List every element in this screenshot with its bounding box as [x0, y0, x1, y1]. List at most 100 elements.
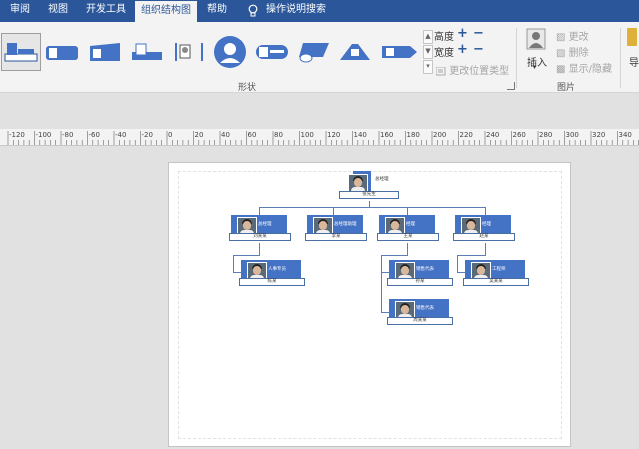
ruler-tick-label: -20 — [142, 131, 153, 139]
show-hide-icon: ▩ — [556, 64, 566, 75]
shape-style-4[interactable] — [128, 34, 166, 70]
position-name: 张先生 — [339, 191, 399, 199]
change-picture-button[interactable]: ▨ 更改 — [556, 28, 589, 43]
connector-line — [333, 207, 334, 215]
tab-view[interactable]: 视图 — [48, 0, 68, 22]
position-title: 总经理 — [258, 222, 272, 227]
delete-picture-button[interactable]: ▧ 删除 — [556, 44, 589, 59]
tab-review[interactable]: 审阅 — [10, 0, 30, 22]
connector-line — [485, 207, 486, 215]
position-title: 销售代表 — [416, 306, 434, 311]
next-group-button[interactable]: 导 — [627, 28, 639, 69]
connector-line — [233, 255, 234, 272]
picture-icon: ▨ — [556, 32, 566, 43]
ribbon-separator — [620, 28, 621, 88]
ruler-tick-label: 240 — [486, 131, 499, 139]
shape-style-5[interactable] — [170, 34, 208, 70]
connector-line — [457, 272, 465, 273]
width-decrease-button[interactable]: − — [473, 43, 484, 56]
change-label: 更改 — [568, 32, 589, 43]
position-title: 销售代表 — [416, 267, 434, 272]
ruler-tick-label: 300 — [566, 131, 579, 139]
connector-line — [381, 272, 389, 273]
tab-help[interactable]: 帮助 — [207, 0, 227, 22]
org-position-level3[interactable]: 销售代表 孙某 — [387, 260, 453, 288]
page-margin — [178, 171, 562, 439]
insert-picture-button[interactable]: 插入 ▾ — [526, 28, 548, 71]
shape-style-3[interactable] — [86, 34, 124, 70]
dialog-launcher-icon[interactable] — [507, 82, 515, 90]
ruler-tick-label: 160 — [380, 131, 393, 139]
change-position-type-button[interactable]: 更改位置类型 — [435, 62, 510, 77]
connector-line — [407, 207, 408, 215]
connector-line — [233, 272, 241, 273]
folder-icon — [627, 28, 637, 46]
position-name: 李某 — [305, 233, 367, 241]
org-position-level3[interactable]: 销售代表 周某某 — [387, 299, 453, 327]
height-decrease-button[interactable]: − — [473, 27, 484, 40]
org-position-level2[interactable]: 总经理助理 李某 — [305, 215, 367, 243]
shape-style-8[interactable] — [295, 34, 333, 70]
ruler-tick-label: 120 — [327, 131, 340, 139]
ruler-tick-label: 40 — [221, 131, 230, 139]
width-increase-button[interactable]: + — [457, 43, 468, 56]
chevron-down-icon: ▾ — [533, 64, 537, 71]
org-position-level2[interactable]: 经理 赵某 — [453, 215, 515, 243]
horizontal-ruler[interactable]: -120 -100 -80 -60 -40 -20 0 20 40 60 80 100 120 140 16… — [0, 129, 639, 146]
delete-picture-icon: ▧ — [556, 48, 566, 59]
ruler-tick-label: -100 — [36, 131, 52, 139]
ruler-tick-label: 220 — [460, 131, 473, 139]
insert-label: 插入 — [527, 58, 547, 69]
position-name: 王某 — [377, 233, 439, 241]
ruler-tick-label: 100 — [301, 131, 314, 139]
connector-line — [381, 255, 408, 256]
position-title: 经理 — [406, 222, 415, 227]
ruler-tick-label: -40 — [115, 131, 126, 139]
shape-style-10[interactable] — [378, 34, 420, 70]
connector-line — [457, 255, 458, 272]
org-position-level2[interactable]: 经理 王某 — [377, 215, 439, 243]
shape-style-7[interactable] — [253, 34, 291, 70]
show-hide-label: 显示/隐藏 — [568, 64, 613, 75]
gallery-scroll-down[interactable]: ▼ — [423, 45, 433, 59]
shape-style-2[interactable] — [43, 34, 81, 70]
ruler-tick-label: 60 — [248, 131, 257, 139]
gallery-scroll-up[interactable]: ▲ — [423, 30, 433, 44]
ribbon-tab-bar: 审阅 视图 开发工具 组织结构图 帮助 操作说明搜索 — [0, 0, 639, 23]
shape-style-1[interactable] — [1, 33, 41, 71]
org-position-level3[interactable]: 工程师 吴某某 — [463, 260, 529, 288]
connector-line — [457, 255, 486, 256]
tab-developer[interactable]: 开发工具 — [86, 0, 126, 22]
connector-line — [233, 255, 260, 256]
ruler-tick-label: 200 — [433, 131, 446, 139]
org-position-root[interactable]: 总经理 张先生 — [339, 171, 399, 201]
ruler-tick-label: 0 — [168, 131, 172, 139]
picture-group-label: 图片 — [557, 83, 576, 93]
gallery-expand[interactable]: ▾ — [423, 60, 433, 74]
org-position-level2[interactable]: 总经理 刘某某 — [229, 215, 291, 243]
tab-org-chart[interactable]: 组织结构图 — [135, 0, 197, 23]
position-title: 工程师 — [492, 267, 506, 272]
connector-line — [259, 243, 260, 255]
shape-style-9[interactable] — [336, 34, 374, 70]
lightbulb-icon[interactable] — [248, 0, 258, 22]
truncated-label: 导 — [629, 58, 639, 69]
ruler-tick-label: 260 — [513, 131, 526, 139]
show-hide-picture-button[interactable]: ▩ 显示/隐藏 — [556, 60, 612, 75]
drawing-page[interactable]: 总经理 张先生 总经理 刘某某 总经理助理 李某 经理 王某 经理 赵某 人事专… — [168, 162, 571, 447]
shape-style-6[interactable] — [211, 34, 249, 70]
position-name: 孙某 — [387, 278, 453, 286]
org-position-level3[interactable]: 人事专员 陈某 — [239, 260, 305, 288]
shapes-group-label: 形状 — [238, 83, 257, 93]
ruler-ticks: -120 -100 -80 -60 -40 -20 0 20 40 60 80 100 120 140 16… — [7, 131, 639, 145]
change-position-type-label: 更改位置类型 — [449, 66, 510, 77]
delete-label: 删除 — [568, 48, 589, 59]
position-title: 经理 — [482, 222, 491, 227]
ruler-tick-label: 80 — [274, 131, 283, 139]
connector-line — [381, 255, 382, 312]
tell-me-search[interactable]: 操作说明搜索 — [266, 0, 326, 22]
position-name: 周某某 — [387, 317, 453, 325]
person-picture-icon — [526, 28, 546, 50]
position-name: 吴某某 — [463, 278, 529, 286]
height-increase-button[interactable]: + — [457, 27, 468, 40]
